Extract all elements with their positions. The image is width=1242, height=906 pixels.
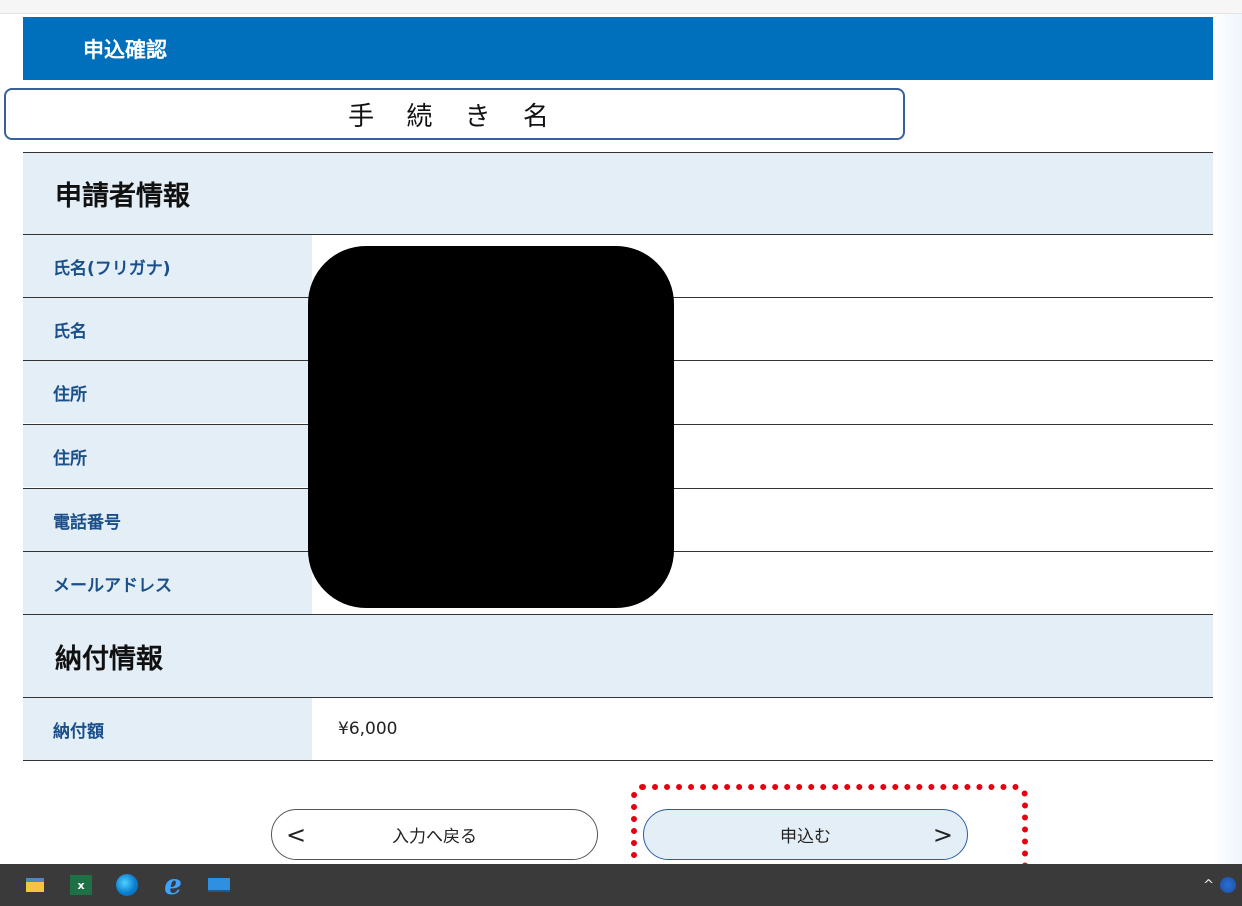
table-bottom-border [23, 760, 1213, 761]
taskbar-item-screen[interactable] [196, 864, 242, 906]
table-row: 納付額 ¥6,000 [23, 697, 1213, 760]
payment-section-title: 納付情報 [55, 643, 163, 675]
system-tray: ^ [1203, 864, 1236, 906]
row-label-amount: 納付額 [23, 698, 312, 760]
network-icon[interactable] [1220, 877, 1236, 893]
applicant-section-title: 申請者情報 [55, 181, 190, 212]
taskbar-item-ie[interactable]: e [150, 864, 196, 906]
procedure-name-box: 手 続 き 名 [4, 88, 905, 140]
row-label-email: メールアドレス [23, 552, 312, 614]
redaction-block [308, 246, 674, 608]
screen-icon [208, 878, 230, 892]
apply-button[interactable]: 申込む > [643, 809, 968, 860]
chevron-right-icon: > [932, 820, 953, 849]
file-explorer-icon [26, 878, 44, 892]
windows-taskbar: x e ^ [0, 864, 1242, 906]
taskbar-item-explorer[interactable] [12, 864, 58, 906]
chevron-up-icon[interactable]: ^ [1203, 878, 1214, 893]
row-label-address-2: 住所 [23, 425, 312, 487]
applicant-section-heading: 申請者情報 [23, 152, 1213, 234]
edge-icon [116, 874, 138, 896]
row-label-name: 氏名 [23, 298, 312, 360]
apply-button-label: 申込む [780, 827, 831, 847]
right-edge-decoration [1212, 14, 1242, 864]
browser-top-strip [0, 0, 1242, 14]
row-value-amount: ¥6,000 [312, 698, 1213, 760]
chevron-left-icon: < [286, 820, 307, 849]
page-header: 申込確認 [23, 17, 1213, 80]
procedure-name: 手 続 き 名 [348, 101, 561, 132]
taskbar-item-excel[interactable]: x [58, 864, 104, 906]
excel-icon: x [70, 875, 92, 895]
internet-explorer-icon: e [164, 868, 182, 901]
payment-section-heading: 納付情報 [23, 614, 1213, 697]
page-title: 申込確認 [83, 37, 167, 62]
back-to-input-button[interactable]: < 入力へ戻る [271, 809, 598, 860]
taskbar-item-edge[interactable] [104, 864, 150, 906]
row-label-phone: 電話番号 [23, 489, 312, 551]
back-button-label: 入力へ戻る [392, 827, 477, 847]
row-label-furigana: 氏名(フリガナ) [23, 235, 312, 297]
row-label-address-1: 住所 [23, 361, 312, 423]
